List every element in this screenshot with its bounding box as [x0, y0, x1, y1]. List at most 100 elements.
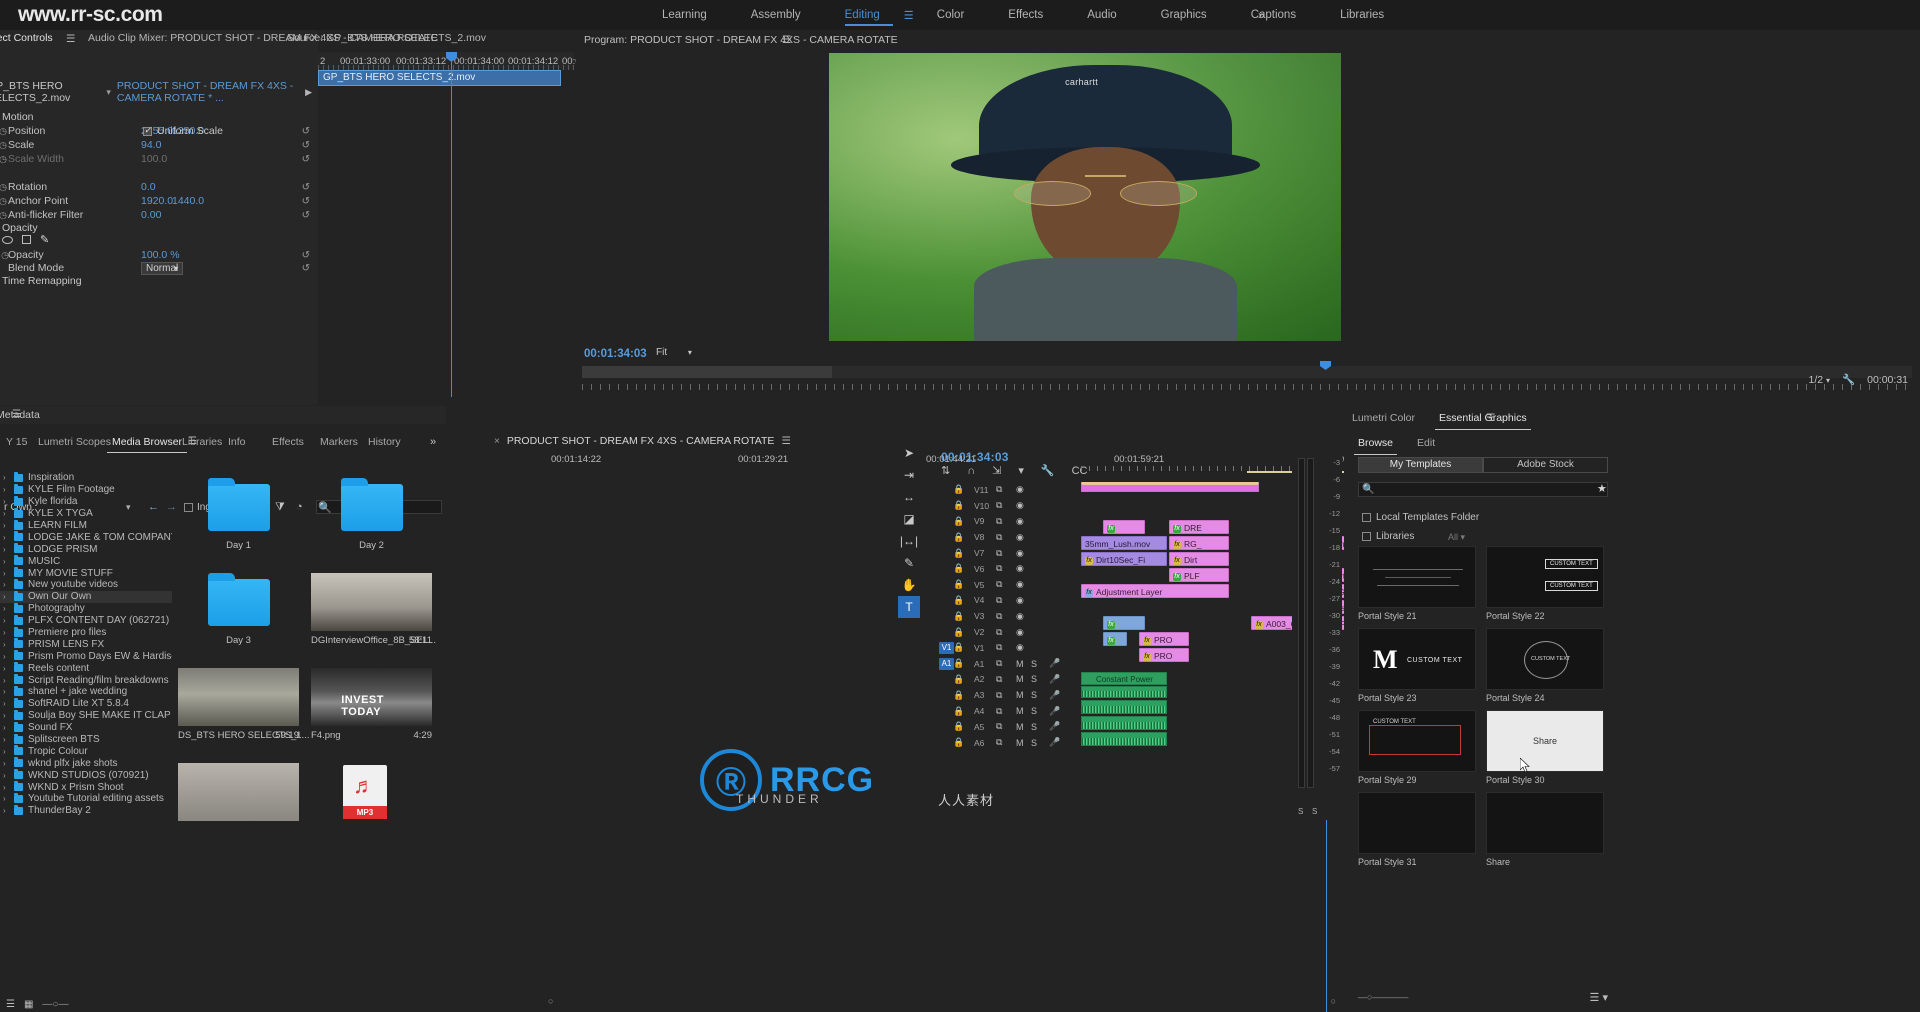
- chevron-right-icon[interactable]: ›: [3, 485, 6, 494]
- tree-item[interactable]: › ThunderBay 2: [0, 804, 172, 817]
- voiceover-mic-icon[interactable]: 🎤: [1049, 737, 1060, 748]
- expand-arrow-icon[interactable]: ▶: [305, 87, 312, 98]
- timeline-sequence-name[interactable]: PRODUCT SHOT - DREAM FX 4XS - CAMERA ROT…: [507, 435, 775, 447]
- audio-clip-group[interactable]: Constant Power: [1081, 672, 1167, 698]
- sync-lock-icon[interactable]: ⧉: [996, 484, 1002, 495]
- tree-item[interactable]: › WKND STUDIOS (070921): [0, 769, 172, 781]
- tree-item[interactable]: › Kyle florida: [0, 495, 172, 508]
- thumbnail-size-slider[interactable]: —○————: [1358, 992, 1408, 1002]
- media-item[interactable]: DGInterviewOffice_8B_SEL... 58:11: [305, 567, 438, 662]
- track-header-a5[interactable]: 🔒 A5 ⧉ M S 🎤: [941, 719, 1081, 735]
- track-header-a2[interactable]: 🔒 A2 ⧉ M S 🎤: [941, 672, 1081, 688]
- reset-property-icon[interactable]: ↺: [302, 154, 310, 165]
- chevron-right-icon[interactable]: ›: [3, 699, 6, 708]
- voiceover-mic-icon[interactable]: 🎤: [1049, 674, 1060, 685]
- tree-item[interactable]: › MY MOVIE STUFF: [0, 567, 172, 579]
- chevron-right-icon[interactable]: ›: [3, 569, 6, 578]
- lock-icon[interactable]: 🔒: [953, 532, 964, 543]
- sync-lock-icon[interactable]: ⧉: [996, 611, 1002, 622]
- chevron-right-icon[interactable]: ›: [3, 747, 6, 756]
- eye-icon[interactable]: ◉: [1016, 532, 1024, 543]
- panel-menu-icon[interactable]: ☰: [1486, 412, 1495, 424]
- lock-icon[interactable]: 🔒: [953, 737, 964, 748]
- tree-item[interactable]: › Youtube Tutorial editing assets: [0, 792, 172, 805]
- reset-property-icon[interactable]: ↺: [302, 196, 310, 207]
- sync-lock-icon[interactable]: ⧉: [996, 563, 1002, 574]
- voiceover-mic-icon[interactable]: 🎤: [1049, 658, 1060, 669]
- linked-selection-icon[interactable]: ⇲: [992, 464, 1001, 477]
- tree-item[interactable]: › LEARN FILM: [0, 519, 172, 532]
- sync-lock-icon[interactable]: ⧉: [996, 721, 1002, 732]
- subtab-edit[interactable]: Edit: [1417, 437, 1435, 449]
- tree-item[interactable]: › KYLE X TYGA: [0, 507, 172, 520]
- reset-opacity-icon[interactable]: ↺: [302, 250, 310, 261]
- timeline-clip[interactable]: fx DRE: [1169, 520, 1229, 534]
- program-scrubbar[interactable]: [582, 366, 1912, 378]
- media-browser-grid[interactable]: Day 1 Day 2 Day 3 DGInterviewOffice_8B_SEL.…: [172, 472, 438, 1012]
- lock-icon[interactable]: 🔒: [953, 690, 964, 701]
- track-header-v1[interactable]: V1 🔒 V1 ⧉ ◉: [939, 640, 1081, 656]
- timeline-clip[interactable]: fx: [1103, 632, 1127, 646]
- chevron-right-icon[interactable]: ›: [3, 557, 6, 566]
- lock-icon[interactable]: 🔒: [953, 579, 964, 590]
- workspace-tab-audio[interactable]: Audio: [1065, 0, 1138, 30]
- sync-lock-icon[interactable]: ⧉: [996, 579, 1002, 590]
- tab-effect-controls[interactable]: Effect Controls: [0, 32, 53, 44]
- insert-overwrite-icon[interactable]: ⇅: [941, 464, 950, 477]
- template-item[interactable]: CUSTOM TEXT Portal Style 29: [1358, 710, 1476, 785]
- chevron-right-icon[interactable]: ›: [3, 592, 6, 601]
- chevron-down-icon[interactable]: ▾: [106, 87, 111, 98]
- sync-lock-icon[interactable]: ⧉: [996, 690, 1002, 701]
- rate-stretch-tool[interactable]: ◪: [898, 508, 920, 530]
- media-browser-tree[interactable]: › Inspiration › KYLE Film Footage › Kyle flor…: [0, 472, 172, 1012]
- panel-menu-icon[interactable]: ☰: [12, 409, 21, 420]
- timeline-zoom-handle-right[interactable]: ○: [1331, 996, 1336, 1006]
- lock-icon[interactable]: 🔒: [953, 563, 964, 574]
- tree-item[interactable]: › LODGE PRISM: [0, 543, 172, 555]
- source-clip-bar[interactable]: GP_BTS HERO SELECTS_2.mov: [318, 70, 561, 86]
- slip-tool[interactable]: |↔|: [898, 530, 920, 552]
- chevron-right-icon[interactable]: ›: [3, 711, 6, 720]
- sync-lock-icon[interactable]: ⧉: [996, 674, 1002, 685]
- resolution-dropdown[interactable]: 1/2 ▾: [1809, 374, 1831, 386]
- property-value-1[interactable]: 0.00: [141, 209, 161, 221]
- workspace-menu-icon[interactable]: ☰: [904, 9, 915, 22]
- eye-icon[interactable]: ◉: [1016, 627, 1024, 638]
- workspace-tab-editing[interactable]: Editing: [823, 0, 902, 30]
- section-motion[interactable]: Motion: [2, 111, 34, 123]
- subtab-browse[interactable]: Browse: [1353, 437, 1398, 455]
- timeline-clip[interactable]: fx: [1103, 616, 1145, 630]
- tab-source-monitor[interactable]: Source: GP_BTS HERO SELECTS_2.mov: [287, 32, 486, 44]
- chevron-right-icon[interactable]: ›: [3, 628, 6, 637]
- chevron-right-icon[interactable]: ›: [3, 735, 6, 744]
- workspace-tab-libraries[interactable]: Libraries: [1318, 0, 1406, 30]
- workspace-tab-effects[interactable]: Effects: [986, 0, 1065, 30]
- chevron-right-icon[interactable]: ›: [3, 771, 6, 780]
- track-header-v3[interactable]: 🔒 V3 ⧉ ◉: [941, 608, 1081, 624]
- solo-icon[interactable]: S: [1031, 674, 1037, 684]
- panel-menu-icon[interactable]: ☰: [782, 34, 791, 46]
- timeline-clip[interactable]: fx Dirt10Sec_Fi: [1081, 552, 1167, 566]
- media-item[interactable]: ♬ MP3: [305, 757, 438, 852]
- ellipse-mask-icon[interactable]: [2, 235, 13, 244]
- audio-clip[interactable]: [1081, 686, 1167, 698]
- lock-icon[interactable]: 🔒: [953, 658, 964, 669]
- program-timecode[interactable]: 00:01:34:03: [584, 348, 647, 360]
- voiceover-mic-icon[interactable]: 🎤: [1049, 690, 1060, 701]
- segment-adobe-stock[interactable]: Adobe Stock: [1483, 457, 1608, 473]
- timeline-clip[interactable]: fx: [1103, 520, 1145, 534]
- property-value-1[interactable]: 1920.0: [141, 195, 173, 207]
- lock-icon[interactable]: 🔒: [953, 516, 964, 527]
- sync-lock-icon[interactable]: ⧉: [996, 548, 1002, 559]
- property-value-1[interactable]: 0.0: [141, 181, 156, 193]
- chevron-right-icon[interactable]: ›: [3, 509, 6, 518]
- lock-icon[interactable]: 🔒: [953, 674, 964, 685]
- chevron-right-icon[interactable]: ›: [3, 783, 6, 792]
- tree-item[interactable]: › PRISM LENS FX: [0, 638, 172, 650]
- chevron-right-icon[interactable]: ›: [3, 806, 6, 815]
- eye-icon[interactable]: ◉: [1016, 484, 1024, 495]
- template-item[interactable]: Share Portal Style 30: [1486, 710, 1604, 785]
- tab-effects[interactable]: Effects: [272, 436, 304, 448]
- sync-lock-icon[interactable]: ⧉: [996, 642, 1002, 653]
- overflow-chevron-icon[interactable]: »: [430, 436, 436, 448]
